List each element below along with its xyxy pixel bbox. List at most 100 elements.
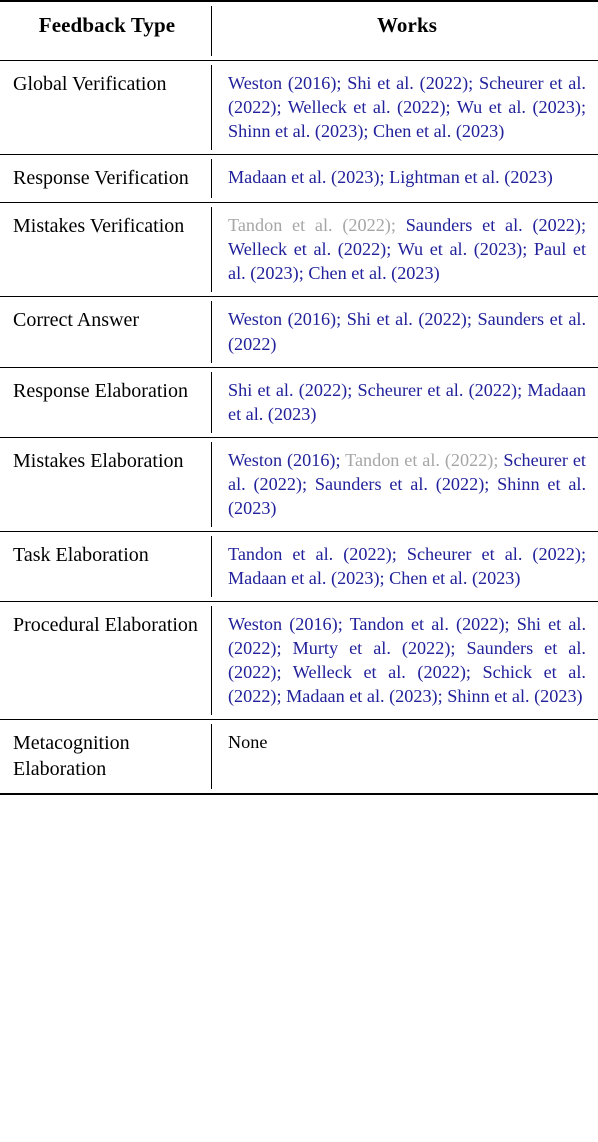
feedback-type-label: Response Elaboration: [13, 379, 188, 402]
column-header-works: Works: [211, 0, 598, 61]
citation-link[interactable]: Shi et al. (2022): [347, 309, 467, 329]
works-citation-list: Weston (2016); Shi et al. (2022); Saunde…: [228, 307, 586, 355]
cell-feedback-type: Metacognition Elaboration: [0, 719, 211, 796]
citation-separator: ;: [298, 263, 309, 284]
citation-separator: ;: [276, 97, 288, 118]
citation-separator: ;: [276, 637, 293, 658]
table-row: Response Verification Madaan et al. (2023…: [0, 154, 598, 204]
citation-link: None: [228, 731, 268, 752]
citation-link[interactable]: Madaan et al. (2023): [286, 686, 438, 706]
works-citation-list: Shi et al. (2022); Scheurer et al. (2022…: [228, 378, 586, 426]
cell-works: Weston (2016); Shi et al. (2022); Scheur…: [211, 60, 598, 156]
citation-separator: ;: [336, 309, 347, 330]
works-citation-list: Weston (2016); Shi et al. (2022); Scheur…: [228, 71, 586, 143]
works-citation-list: Madaan et al. (2023); Lightman et al. (2…: [228, 165, 586, 189]
citation-separator: ;: [276, 685, 287, 706]
citation-separator: ;: [466, 309, 478, 330]
citation-separator: ;: [379, 167, 390, 188]
table-header-row: Feedback Type Works: [0, 0, 598, 61]
citation-separator: ;: [493, 449, 504, 470]
cell-feedback-type: Global Verification: [0, 60, 211, 156]
table-row: Mistakes Elaboration Weston (2016); Tando…: [0, 437, 598, 532]
table-row: Correct Answer Weston (2016); Shi et al. …: [0, 296, 598, 368]
citation-link[interactable]: Weston (2016): [228, 614, 338, 634]
citation-link[interactable]: Saunders et al. (2022): [315, 474, 484, 494]
citation-link[interactable]: Wu et al. (2023): [398, 239, 523, 259]
citation-link[interactable]: Scheurer et al. (2022): [407, 544, 581, 564]
citation-link[interactable]: Tandon et al. (2022): [345, 450, 493, 470]
citation-link[interactable]: Shi et al. (2022): [228, 380, 347, 400]
cell-works: Madaan et al. (2023); Lightman et al. (2…: [211, 154, 598, 204]
citation-separator: ;: [379, 567, 390, 588]
citation-link[interactable]: Wu et al. (2023): [457, 97, 581, 117]
feedback-type-label: Procedural Elaboration: [13, 613, 198, 636]
citation-separator: ;: [580, 215, 586, 236]
citation-separator: ;: [301, 473, 315, 494]
citation-link[interactable]: Scheurer et al. (2022): [358, 380, 518, 400]
works-citation-list: Tandon et al. (2022); Scheurer et al. (2…: [228, 542, 586, 590]
column-header-works-label: Works: [376, 13, 437, 37]
table-row: Response Elaboration Shi et al. (2022); S…: [0, 367, 598, 438]
table-row: Procedural Elaboration Weston (2016); Tan…: [0, 601, 598, 720]
citation-link[interactable]: Madaan et al. (2023): [228, 167, 380, 187]
citation-link[interactable]: Tandon et al. (2022): [350, 614, 505, 634]
cell-works: None: [211, 719, 598, 796]
citation-link[interactable]: Welleck et al. (2022): [288, 97, 446, 117]
cell-works: Weston (2016); Tandon et al. (2022); Sch…: [211, 437, 598, 532]
column-header-feedback-type-label: Feedback Type: [38, 13, 176, 37]
table-row: Metacognition Elaboration None: [0, 719, 598, 796]
citation-link[interactable]: Shinn et al. (2023): [447, 686, 582, 706]
cell-works: Weston (2016); Tandon et al. (2022); Shi…: [211, 601, 598, 720]
citation-separator: ;: [445, 97, 457, 118]
citation-link[interactable]: Tandon et al. (2022): [228, 215, 391, 235]
citation-separator: ;: [336, 73, 348, 93]
cell-feedback-type: Response Elaboration: [0, 367, 211, 438]
citation-link[interactable]: Lightman et al. (2023): [389, 167, 553, 187]
cell-works: Weston (2016); Shi et al. (2022); Saunde…: [211, 296, 598, 368]
citation-link[interactable]: Welleck et al. (2022): [293, 662, 466, 682]
citation-link[interactable]: Shinn et al. (2023): [228, 121, 363, 141]
citation-separator: ;: [390, 215, 406, 236]
citation-link[interactable]: Welleck et al. (2022): [228, 239, 386, 259]
citation-link[interactable]: Chen et al. (2023): [389, 568, 520, 588]
citation-link[interactable]: Shi et al. (2022): [347, 73, 468, 93]
table-row: Global Verification Weston (2016); Shi et…: [0, 60, 598, 156]
citation-separator: ;: [335, 449, 346, 470]
works-citation-list: Weston (2016); Tandon et al. (2022); Sch…: [228, 448, 586, 520]
cell-feedback-type: Response Verification: [0, 154, 211, 204]
citation-link[interactable]: Madaan et al. (2023): [228, 568, 380, 588]
feedback-type-label: Mistakes Verification: [13, 215, 185, 238]
works-citation-list: Tandon et al. (2022); Saunders et al. (2…: [228, 213, 586, 285]
feedback-type-label: Task Elaboration: [13, 543, 149, 566]
works-citation-list: Weston (2016); Tandon et al. (2022); Shi…: [228, 612, 586, 708]
feedback-type-label: Metacognition Elaboration: [13, 731, 130, 781]
cell-feedback-type: Mistakes Elaboration: [0, 437, 211, 532]
citation-link[interactable]: Weston (2016): [228, 450, 335, 470]
citation-separator: ;: [450, 637, 467, 658]
feedback-types-table-container: Feedback Type Works Global Verification W…: [0, 0, 598, 796]
works-citation-list: None: [228, 730, 586, 754]
citation-link[interactable]: Tandon et al. (2022): [228, 544, 392, 564]
citation-separator: ;: [386, 239, 398, 260]
citation-link[interactable]: Chen et al. (2023): [373, 121, 504, 141]
citation-separator: ;: [347, 379, 358, 400]
cell-feedback-type: Correct Answer: [0, 296, 211, 368]
citation-separator: ;: [504, 613, 517, 634]
citation-link[interactable]: Murty et al. (2022): [293, 638, 451, 658]
table-body: Global Verification Weston (2016); Shi et…: [0, 60, 598, 796]
cell-works: Tandon et al. (2022); Scheurer et al. (2…: [211, 531, 598, 602]
citation-link[interactable]: Chen et al. (2023): [308, 263, 439, 283]
table-header: Feedback Type Works: [0, 0, 598, 61]
feedback-type-label: Mistakes Elaboration: [13, 449, 184, 472]
citation-separator: ;: [437, 685, 448, 706]
feedback-types-table: Feedback Type Works Global Verification W…: [0, 0, 598, 796]
cell-feedback-type: Mistakes Verification: [0, 202, 211, 298]
citation-separator: ;: [468, 73, 479, 93]
citation-link[interactable]: Weston (2016): [228, 309, 336, 329]
citation-separator: ;: [337, 613, 350, 634]
citation-link[interactable]: Saunders et al. (2022): [406, 215, 581, 235]
feedback-type-label: Correct Answer: [13, 309, 140, 332]
cell-feedback-type: Task Elaboration: [0, 531, 211, 602]
citation-link[interactable]: Weston (2016): [228, 73, 336, 93]
citation-separator: ;: [465, 661, 483, 682]
